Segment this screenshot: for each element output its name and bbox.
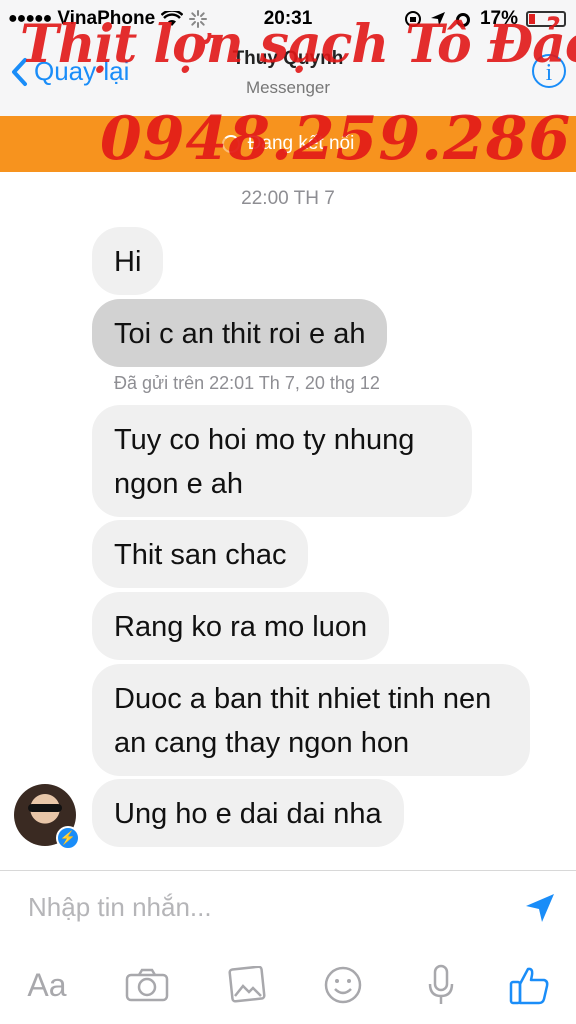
status-bar: ●●●●● VinaPhone 20:31 17% <box>0 0 576 40</box>
conversation-title[interactable]: Thuy Quynh <box>0 48 576 70</box>
microphone-icon <box>428 964 454 1004</box>
rotation-lock-icon <box>404 11 421 27</box>
message-input[interactable]: Nhập tin nhắn... <box>28 892 212 923</box>
connection-status-bar: Đang kết nối <box>0 116 576 172</box>
alarm-icon <box>455 13 470 27</box>
message-bubble[interactable]: Rang ko ra mo luon <box>92 592 390 660</box>
thumbs-up-icon <box>509 967 549 1005</box>
messenger-badge-icon: ⚡ <box>56 826 80 850</box>
message-bubble-selected[interactable]: Toi c an thit roi e ah <box>92 299 388 367</box>
send-icon[interactable] <box>524 892 556 924</box>
smiley-icon <box>324 966 362 1004</box>
location-icon <box>430 12 445 26</box>
message-bubble[interactable]: Tuy co hoi mo ty nhung ngon e ah <box>92 405 472 517</box>
sticker-button[interactable] <box>318 960 368 1010</box>
battery-icon <box>526 11 566 27</box>
image-icon <box>228 966 266 1003</box>
message-bubble[interactable]: Duoc a ban thit nhiet tinh nen an cang t… <box>92 664 530 776</box>
camera-button[interactable] <box>122 960 172 1010</box>
message-bubble[interactable]: Ung ho e dai dai nha <box>92 779 404 847</box>
message-bubble[interactable]: Hi <box>92 227 164 295</box>
message-bubble[interactable]: Thit san chac <box>92 520 309 588</box>
loading-spinner-icon <box>221 135 240 153</box>
connection-status-text: Đang kết nối <box>247 133 355 154</box>
battery-percentage: 17% <box>479 8 518 29</box>
camera-icon <box>125 968 169 1002</box>
conversation-timestamp: 22:00 TH 7 <box>241 188 335 209</box>
composer-divider <box>0 870 576 871</box>
like-button[interactable] <box>504 960 554 1010</box>
text-format-button[interactable]: Aa <box>22 960 72 1010</box>
navigation-bar: Quay lại Thuy Quynh Messenger i <box>0 40 576 116</box>
gallery-button[interactable] <box>222 960 272 1010</box>
conversation-subtitle: Messenger <box>245 78 331 97</box>
sent-timestamp-note: Đã gửi trên 22:01 Th 7, 20 thg 12 <box>114 373 380 393</box>
composer-toolbar: Aa <box>0 960 576 1014</box>
info-button[interactable]: i <box>532 54 566 88</box>
voice-button[interactable] <box>416 960 466 1010</box>
